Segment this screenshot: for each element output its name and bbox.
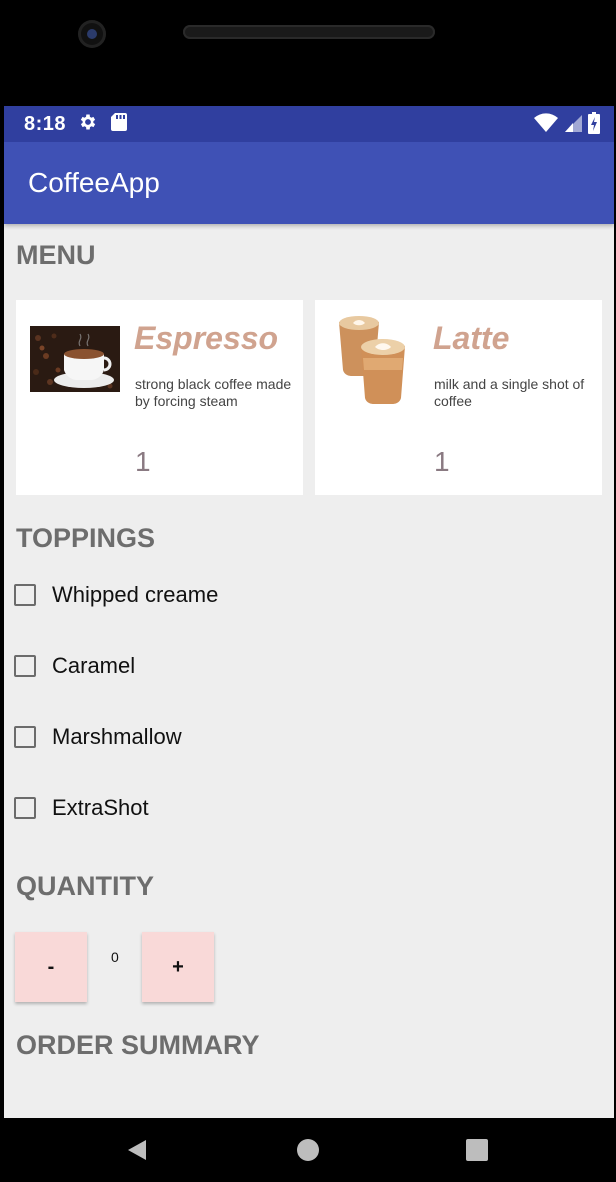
app-bar: CoffeeApp (4, 142, 614, 224)
app-title: CoffeeApp (28, 167, 160, 198)
status-time: 8:18 (24, 112, 67, 135)
item-name-espresso: Espresso (134, 320, 279, 356)
extra-shot-checkbox[interactable] (14, 797, 36, 819)
item-description-latte: milk and a single shot of coffee (434, 376, 585, 409)
topping-label: Caramel (52, 653, 136, 678)
battery-icon (588, 112, 600, 139)
latte-image (335, 314, 409, 406)
sd-card-icon (110, 112, 128, 137)
topping-caramel[interactable]: Caramel (14, 646, 135, 686)
front-camera (78, 20, 106, 48)
topping-label: Whipped creame (52, 582, 219, 607)
whipped-cream-checkbox[interactable] (14, 584, 36, 606)
wifi-icon (534, 113, 558, 138)
status-bar: 8:18 (4, 106, 614, 142)
section-title-menu: MENU (16, 240, 96, 270)
topping-whipped-cream[interactable]: Whipped creame (14, 575, 218, 615)
screen: 8:18 CoffeeApp MENU Espresso strong blac… (4, 106, 614, 1118)
marshmallow-checkbox[interactable] (14, 726, 36, 748)
section-title-order-summary: ORDER SUMMARY (16, 1030, 260, 1060)
decrement-button[interactable]: - (15, 932, 87, 1002)
espresso-image (30, 326, 120, 392)
topping-label: ExtraShot (52, 795, 149, 820)
back-icon[interactable] (118, 1118, 158, 1182)
topping-label: Marshmallow (52, 724, 182, 749)
topping-marshmallow[interactable]: Marshmallow (14, 717, 182, 757)
topping-extra-shot[interactable]: ExtraShot (14, 788, 149, 828)
gear-icon (78, 112, 98, 137)
recents-icon[interactable] (457, 1118, 497, 1182)
menu-card-espresso[interactable]: Espresso strong black coffee made by for… (16, 300, 303, 495)
navigation-bar (0, 1118, 616, 1182)
menu-card-latte[interactable]: Latte milk and a single shot of coffee 1 (315, 300, 602, 495)
item-description-espresso: strong black coffee made by forcing stea… (135, 376, 292, 409)
item-count-latte: 1 (434, 446, 450, 477)
increment-button[interactable]: + (142, 932, 214, 1002)
section-title-toppings: TOPPINGS (16, 523, 156, 553)
quantity-value: 0 (111, 949, 119, 965)
signal-icon (564, 113, 582, 138)
item-name-latte: Latte (433, 320, 510, 356)
section-title-quantity: QUANTITY (16, 871, 154, 901)
item-count-espresso: 1 (135, 446, 151, 477)
caramel-checkbox[interactable] (14, 655, 36, 677)
home-icon[interactable] (288, 1118, 328, 1182)
earpiece-speaker (183, 25, 435, 39)
